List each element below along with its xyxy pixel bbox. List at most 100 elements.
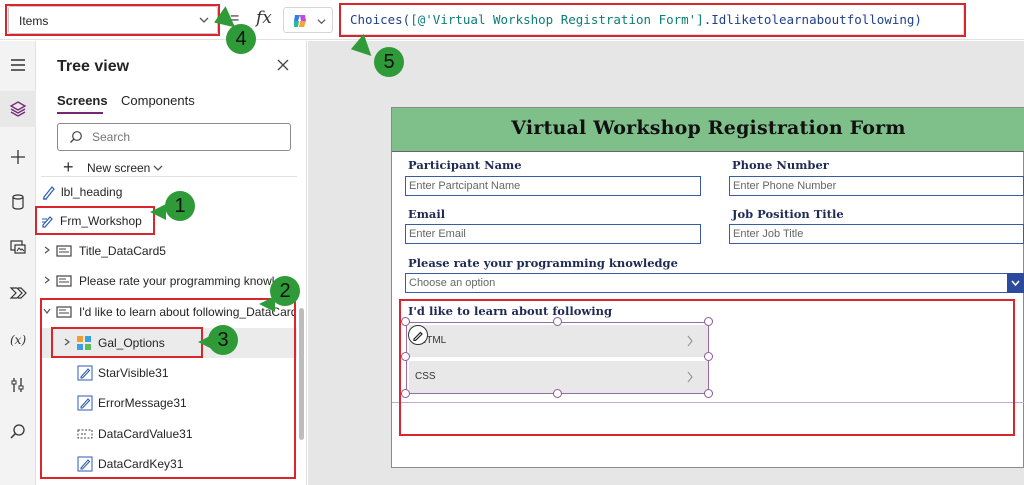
datacard-icon — [56, 275, 72, 287]
hamburger-icon — [11, 59, 25, 71]
chevron-right-icon — [44, 246, 50, 254]
formula-string: [@'Virtual Workshop Registration Form'] — [410, 12, 704, 27]
copilot-button[interactable] — [283, 7, 333, 33]
tab-components[interactable]: Components — [121, 93, 195, 108]
advanced-tools-button[interactable] — [0, 367, 36, 403]
email-label: Email — [408, 207, 446, 221]
formula-text: Choices([@'Virtual Workshop Registration… — [350, 12, 922, 27]
tree-node-starvisible31[interactable]: StarVisible31 — [41, 358, 297, 388]
edit-icon — [77, 395, 93, 411]
gallery-item[interactable]: HTML — [409, 325, 708, 357]
tree-scrollbar[interactable] — [299, 308, 304, 440]
tree-view-button[interactable] — [0, 91, 36, 127]
resize-handle[interactable] — [401, 352, 410, 361]
annotation-badge-3: 3 — [208, 325, 238, 355]
resize-handle[interactable] — [704, 317, 713, 326]
power-automate-button[interactable] — [0, 275, 36, 311]
pencil-icon — [413, 331, 423, 341]
datacard-icon — [56, 245, 72, 257]
tree-node-label: Title_DataCard5 — [79, 244, 166, 258]
chevron-down-icon — [153, 165, 163, 171]
programming-knowledge-label: Please rate your programming knowledge — [408, 256, 678, 270]
tree-view-panel: Tree view Screens Components + New scree… — [41, 41, 307, 485]
participant-name-label: Participant Name — [408, 158, 522, 172]
tree-search[interactable] — [57, 123, 291, 151]
annotation-badge-4: 4 — [226, 24, 256, 54]
power-apps-studio: Items = fx Choices([@'Virtual Workshop R… — [0, 0, 1024, 485]
phone-number-placeholder: Enter Phone Number — [733, 180, 837, 192]
tree-node-label: StarVisible31 — [98, 366, 169, 380]
plus-icon — [11, 150, 25, 164]
fx-icon: fx — [256, 8, 272, 28]
formula-bar: Items = fx Choices([@'Virtual Workshop R… — [0, 0, 1024, 40]
tree-node-gal-options[interactable]: Gal_Options — [41, 328, 297, 358]
data-button[interactable] — [0, 184, 36, 220]
panel-title: Tree view — [57, 58, 130, 75]
edit-template-button[interactable] — [408, 325, 428, 345]
resize-handle[interactable] — [704, 389, 713, 398]
label-icon — [43, 186, 55, 200]
insert-button[interactable] — [0, 139, 36, 175]
tree-node-errormessage31[interactable]: ErrorMessage31 — [41, 388, 297, 418]
chevron-down-icon — [317, 19, 326, 25]
annotation-badge-2: 2 — [270, 276, 300, 306]
search-icon — [10, 424, 25, 439]
tree-node-datacardvalue31[interactable]: DataCardValue31 — [41, 419, 297, 449]
job-title-label: Job Position Title — [732, 207, 844, 221]
resize-handle[interactable] — [401, 317, 410, 326]
dropdown-toggle[interactable] — [1007, 273, 1024, 293]
left-rail: (x) — [0, 41, 36, 485]
formula-input[interactable]: Choices([@'Virtual Workshop Registration… — [340, 3, 964, 35]
variable-icon: (x) — [10, 333, 26, 347]
formula-tail: .Idliketolearnaboutfollowing) — [703, 12, 922, 27]
media-button[interactable] — [0, 229, 36, 265]
job-title-placeholder: Enter Job Title — [733, 228, 804, 240]
resize-handle[interactable] — [401, 389, 410, 398]
chevron-right-icon[interactable] — [686, 371, 694, 383]
tree-node-datacardkey31[interactable]: DataCardKey31 — [41, 449, 297, 479]
datacard-icon — [56, 306, 72, 318]
edit-icon — [77, 365, 93, 381]
datacard-boundary — [392, 402, 1024, 403]
form-title: Virtual Workshop Registration Form — [511, 117, 906, 139]
layers-icon — [9, 101, 27, 117]
email-input[interactable]: Enter Email — [405, 224, 701, 244]
media-icon — [10, 240, 26, 254]
resize-handle[interactable] — [553, 317, 562, 326]
close-icon[interactable] — [275, 57, 291, 73]
gallery-options[interactable]: HTML CSS — [406, 322, 709, 394]
menu-button[interactable] — [0, 47, 36, 83]
tree-node-label: DataCardKey31 — [98, 457, 184, 471]
resize-handle[interactable] — [704, 352, 713, 361]
participant-name-input[interactable]: Enter Partcipant Name — [405, 176, 701, 196]
tree-node-programming-datacard[interactable]: Please rate your programming knowledge — [41, 266, 297, 296]
annotation-badge-1: 1 — [165, 191, 195, 221]
property-value: Items — [19, 14, 49, 28]
copilot-icon — [294, 15, 306, 27]
chevron-down-icon — [199, 17, 209, 23]
tree-node-label: ErrorMessage31 — [98, 396, 187, 410]
tree-node-label: Please rate your programming knowledge — [79, 274, 293, 288]
phone-number-label: Phone Number — [732, 158, 829, 172]
textinput-icon — [77, 429, 93, 439]
active-tab-indicator — [57, 112, 103, 114]
phone-number-input[interactable]: Enter Phone Number — [729, 176, 1024, 196]
tab-screens[interactable]: Screens — [57, 93, 108, 108]
search-input[interactable] — [92, 129, 282, 145]
database-icon — [12, 194, 24, 210]
edit-icon — [77, 456, 93, 472]
tree-node-title-datacard5[interactable]: Title_DataCard5 — [41, 236, 297, 266]
annotation-badge-5: 5 — [374, 47, 404, 77]
variables-button[interactable]: (x) — [0, 321, 36, 357]
resize-handle[interactable] — [553, 389, 562, 398]
tree-node-label: DataCardValue31 — [98, 427, 193, 441]
chevron-right-icon — [64, 338, 70, 346]
job-title-input[interactable]: Enter Job Title — [729, 224, 1024, 244]
programming-knowledge-dropdown[interactable]: Choose an option — [405, 273, 1024, 293]
property-dropdown[interactable]: Items — [8, 6, 218, 34]
search-rail-button[interactable] — [0, 414, 36, 450]
chevron-right-icon[interactable] — [686, 335, 694, 347]
plus-icon: + — [63, 157, 74, 177]
form-icon — [42, 216, 53, 228]
formula-function: Choices( — [350, 12, 411, 27]
